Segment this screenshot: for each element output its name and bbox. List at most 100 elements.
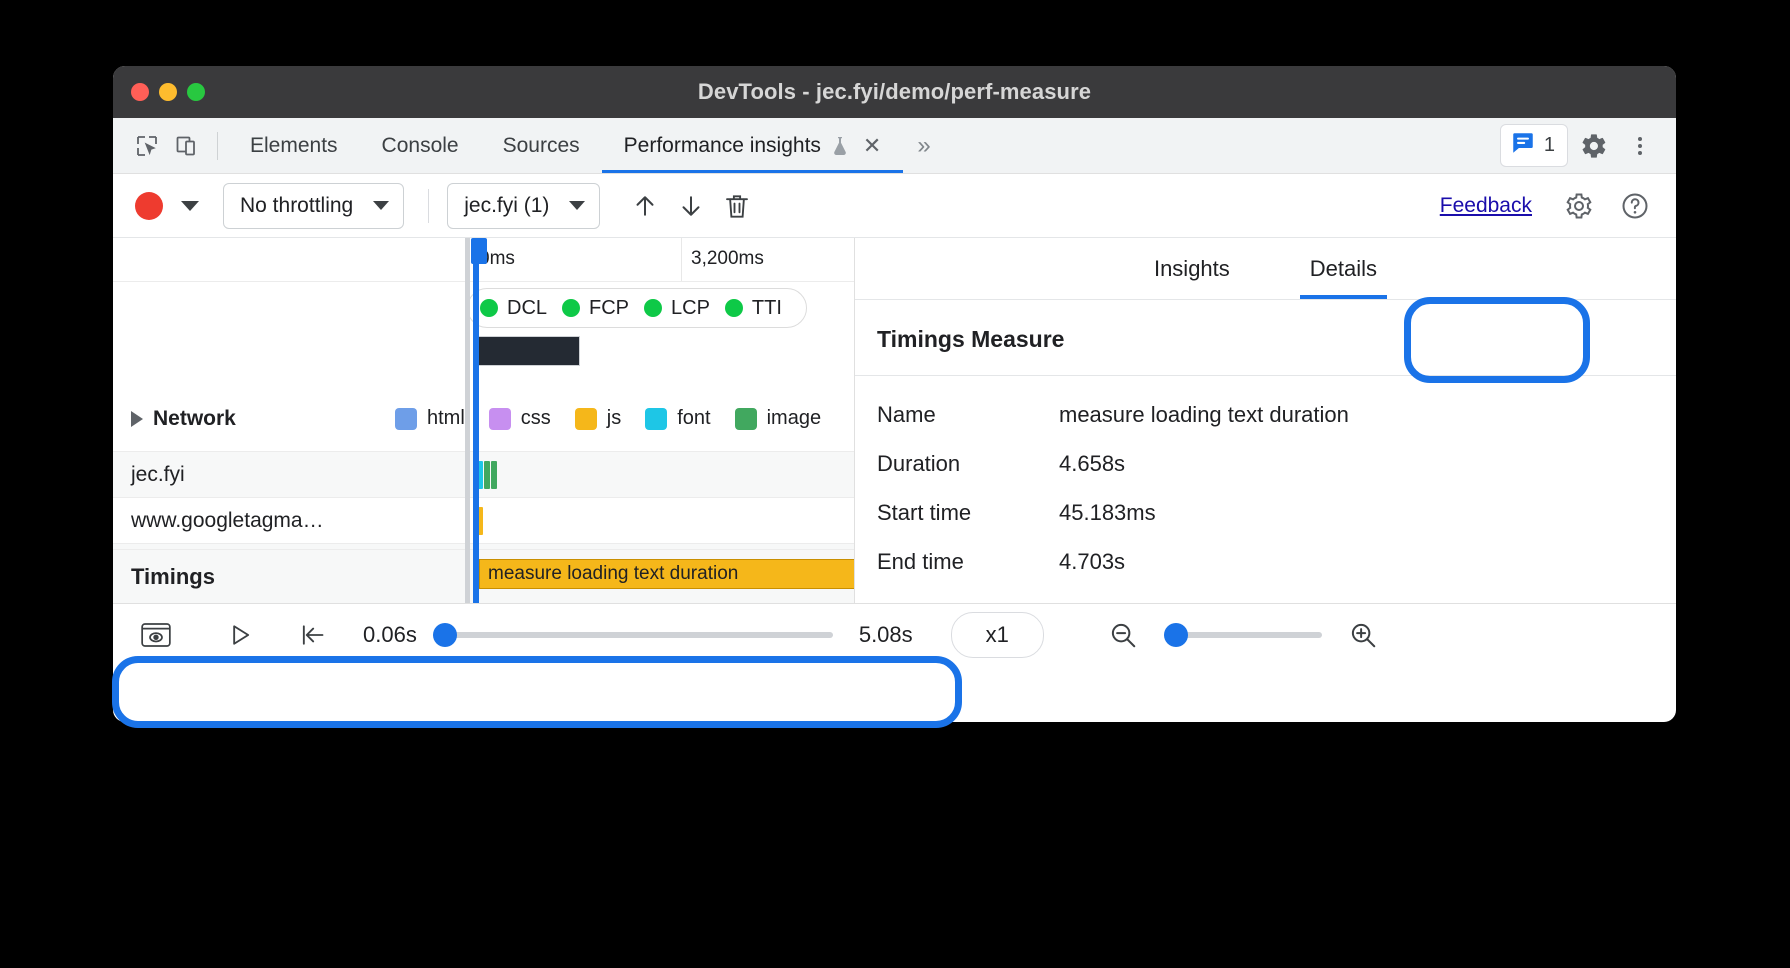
expand-triangle-icon[interactable] — [131, 411, 143, 427]
collapse-sidebar-chevron-icon[interactable]: › — [854, 404, 855, 468]
tab-insights-label: Insights — [1154, 256, 1230, 282]
zoom-slider[interactable] — [1164, 620, 1322, 650]
jump-to-start-icon[interactable] — [287, 613, 337, 657]
timings-measure-bar[interactable]: measure loading text duration — [479, 559, 855, 589]
minimize-window-button[interactable] — [159, 83, 177, 101]
zoom-slider-thumb[interactable] — [1164, 623, 1188, 647]
table-row[interactable]: www.googletagma… — [113, 498, 854, 544]
table-row[interactable]: jec.fyi — [113, 452, 854, 498]
details-field-name: Name measure loading text duration — [877, 390, 1676, 439]
inspect-cursor-icon[interactable] — [127, 126, 167, 166]
tab-details[interactable]: Details — [1270, 238, 1417, 299]
tab-details-label: Details — [1310, 256, 1377, 282]
ruler-label-3200ms: 3,200ms — [691, 248, 764, 270]
download-icon[interactable] — [668, 183, 714, 229]
timings-track-row[interactable]: Timings measure loading text duration — [113, 549, 854, 603]
tab-console-label: Console — [382, 134, 459, 158]
close-tab-icon[interactable]: ✕ — [863, 135, 881, 157]
time-range-slider[interactable] — [433, 620, 833, 650]
css-swatch-icon — [489, 408, 511, 430]
window-titlebar: DevTools - jec.fyi/demo/perf-measure — [113, 66, 1676, 118]
toolbar-divider-2 — [428, 189, 429, 223]
tab-elements-label: Elements — [250, 134, 338, 158]
filmstrip-screenshot-thumbnail[interactable] — [477, 336, 580, 366]
tab-sources[interactable]: Sources — [481, 118, 602, 173]
target-value: jec.fyi (1) — [464, 194, 549, 218]
devtools-window: DevTools - jec.fyi/demo/perf-measure — [113, 66, 1676, 722]
details-field-value: measure loading text duration — [1059, 402, 1349, 428]
issues-button[interactable]: 1 — [1500, 124, 1568, 167]
metrics-legend-pill: DCL FCP LCP TTI — [467, 288, 807, 328]
throttling-value: No throttling — [240, 194, 353, 218]
timeline-playhead-handle[interactable] — [471, 238, 487, 264]
timeline-left-edge — [465, 238, 470, 603]
toolbar-divider — [217, 132, 218, 160]
play-icon[interactable] — [215, 613, 265, 657]
resource-type-legend: html css js — [395, 407, 845, 430]
metric-dcl-label: DCL — [507, 297, 547, 320]
timeline-controls-bar: 0.06s 5.08s x1 — [113, 603, 1676, 666]
tab-insights[interactable]: Insights — [1114, 238, 1270, 299]
playback-speed-button[interactable]: x1 — [951, 612, 1044, 658]
gear-icon[interactable] — [1556, 183, 1602, 229]
toolbar-right-actions: Feedback — [1440, 183, 1658, 229]
record-button[interactable] — [135, 192, 163, 220]
network-row-label: jec.fyi — [113, 463, 373, 487]
legend-item-html: html — [395, 407, 465, 430]
js-swatch-icon — [575, 408, 597, 430]
timeline-pane[interactable]: 0ms 3,200ms DCL FCP LCP TTI — [113, 238, 855, 603]
details-field-value: 45.183ms — [1059, 500, 1156, 526]
timings-group-label: Timings — [113, 564, 373, 590]
tab-elements[interactable]: Elements — [228, 118, 360, 173]
details-field-key: Duration — [877, 451, 1059, 477]
help-icon[interactable] — [1612, 183, 1658, 229]
chevron-down-icon — [373, 201, 389, 210]
details-field-value: 4.658s — [1059, 451, 1125, 477]
details-field-start-time: Start time 45.183ms — [877, 488, 1676, 537]
gear-icon[interactable] — [1574, 126, 1614, 166]
throttling-select[interactable]: No throttling — [223, 183, 404, 229]
close-window-button[interactable] — [131, 83, 149, 101]
legend-label-css: css — [521, 407, 551, 430]
lcp-dot-icon — [644, 299, 662, 317]
device-toolbar-icon[interactable] — [167, 126, 207, 166]
chevron-down-icon — [569, 201, 585, 210]
details-field-key: Name — [877, 402, 1059, 428]
tti-dot-icon — [725, 299, 743, 317]
legend-label-html: html — [427, 407, 465, 430]
zoom-in-icon[interactable] — [1338, 613, 1388, 657]
panel-tabs: Elements Console Sources Performance ins… — [228, 118, 903, 173]
zoom-window-button[interactable] — [187, 83, 205, 101]
target-select[interactable]: jec.fyi (1) — [447, 183, 600, 229]
kebab-menu-icon[interactable] — [1620, 126, 1660, 166]
tab-sources-label: Sources — [503, 134, 580, 158]
bar-segment — [491, 461, 497, 489]
issues-message-icon — [1510, 130, 1536, 161]
tab-console[interactable]: Console — [360, 118, 481, 173]
fcp-dot-icon — [562, 299, 580, 317]
legend-label-font: font — [677, 407, 710, 430]
font-swatch-icon — [645, 408, 667, 430]
network-group-label-wrap[interactable]: Network — [113, 407, 373, 431]
metric-fcp-label: FCP — [589, 297, 629, 320]
sidebar-tabs: Insights Details — [855, 238, 1676, 300]
details-field-end-time: End time 4.703s — [877, 537, 1676, 586]
legend-item-js: js — [575, 407, 621, 430]
tab-performance-insights[interactable]: Performance insights ✕ — [602, 118, 904, 173]
timeline-playhead[interactable] — [473, 238, 479, 603]
more-tabs-icon[interactable]: » — [903, 132, 942, 160]
image-swatch-icon — [735, 408, 757, 430]
performance-toolbar: No throttling jec.fyi (1) — [113, 174, 1676, 238]
traffic-lights — [131, 83, 205, 101]
filmstrip-preview-icon[interactable] — [131, 613, 181, 657]
zoom-out-icon[interactable] — [1098, 613, 1148, 657]
range-end-label: 5.08s — [859, 622, 913, 648]
record-options-chevron-down-icon[interactable] — [181, 201, 199, 211]
time-range-slider-thumb[interactable] — [433, 623, 457, 647]
trash-icon[interactable] — [714, 183, 760, 229]
details-section-title: Timings Measure — [855, 300, 1676, 376]
upload-icon[interactable] — [622, 183, 668, 229]
feedback-link[interactable]: Feedback — [1440, 194, 1532, 218]
network-group-row[interactable]: Network html css — [113, 386, 854, 452]
network-bars — [477, 461, 497, 489]
